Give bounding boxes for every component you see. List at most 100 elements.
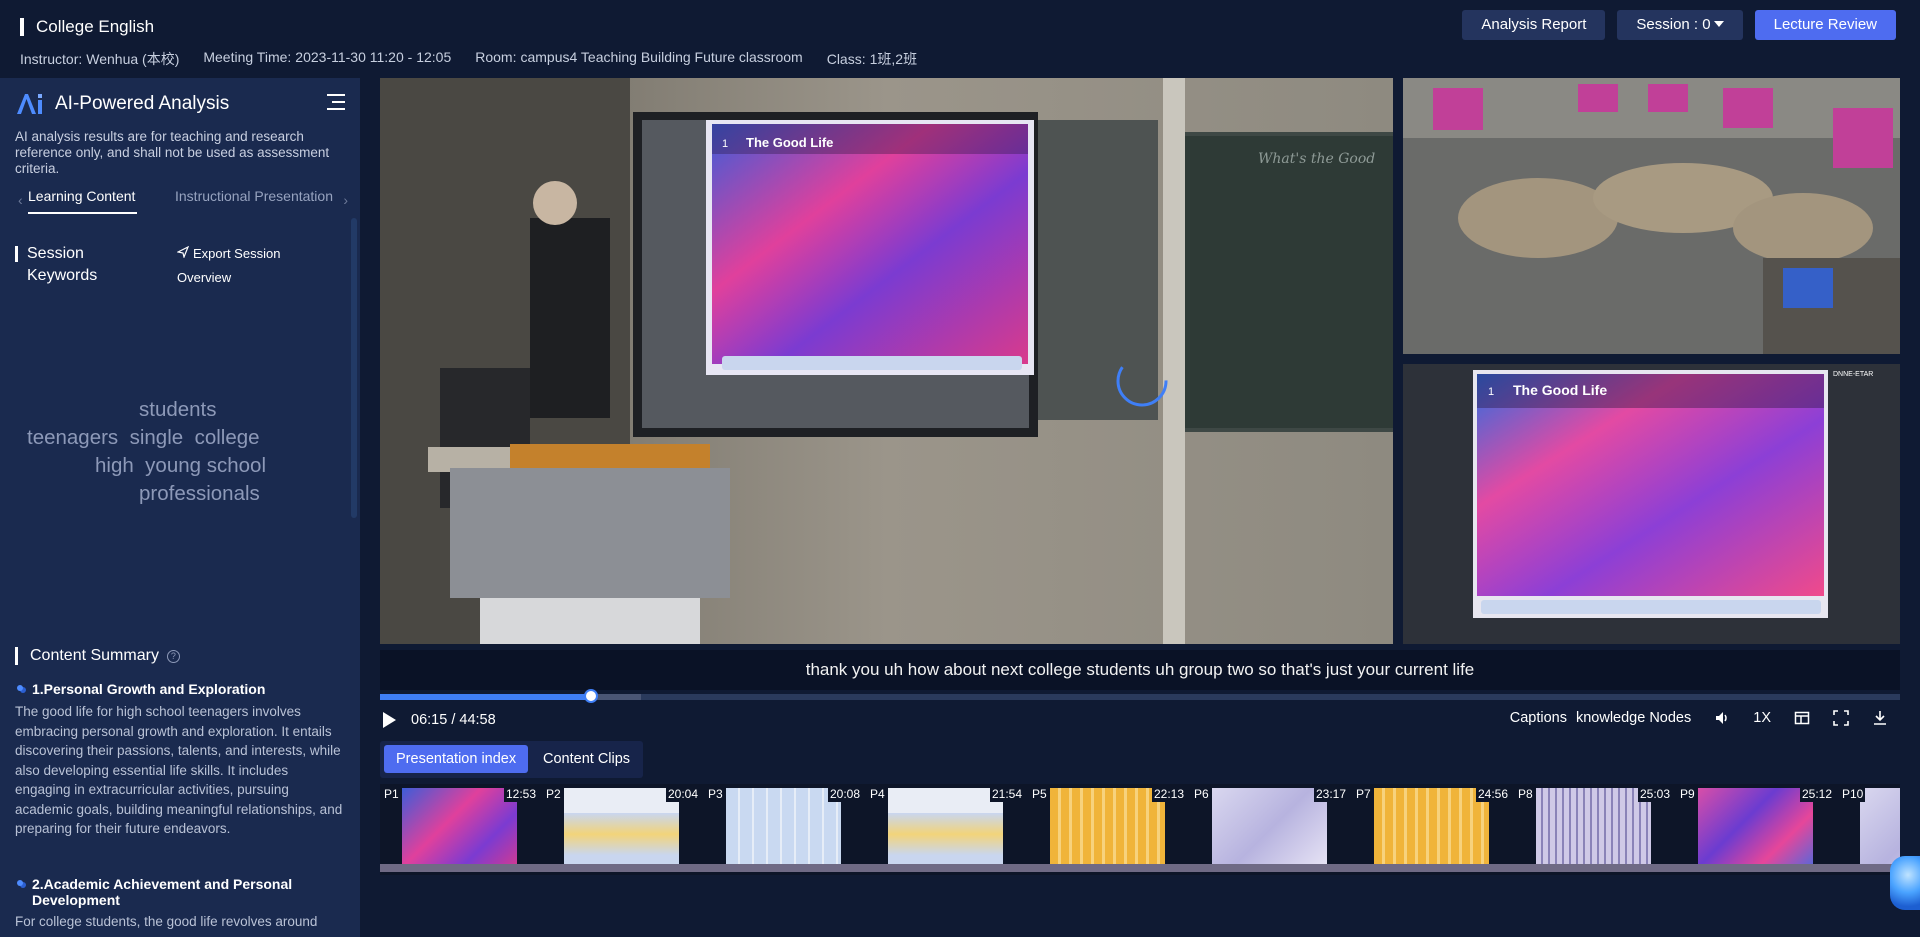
slide-thumbnail[interactable]: P1 12:53 <box>380 784 542 875</box>
captions-toggle[interactable]: Captions <box>1510 710 1567 726</box>
slide-thumbnail[interactable]: P2 20:04 <box>542 784 704 875</box>
slide-thumbnail[interactable]: P10 <box>1838 784 1900 875</box>
summary-item-title: 2.Academic Achievement and Personal Deve… <box>15 876 345 908</box>
analysis-report-button[interactable]: Analysis Report <box>1462 10 1606 40</box>
play-icon[interactable] <box>383 712 396 728</box>
thumbnail-time: 12:53 <box>503 786 538 802</box>
keyword: teenagers <box>27 426 119 449</box>
thumbnail-time: 25:12 <box>1799 786 1834 802</box>
seek-handle[interactable] <box>584 689 599 703</box>
panel-label: DNNE-ETAR <box>1833 371 1873 378</box>
thumbnail-toolbar <box>1028 864 1190 872</box>
ai-analysis-sidebar: AI-Powered Analysis AI analysis results … <box>0 78 360 937</box>
menu-icon[interactable] <box>327 94 345 110</box>
slide-thumbnail-strip: P1 12:53 P2 20:04 P3 20:08 P4 21:54 P5 22:13 P6 23:… <box>380 784 1900 875</box>
slide-screen-feed[interactable]: 1 The Good Life DNNE-ETAR <box>1403 364 1900 644</box>
instructor-value: Wenhua (本校) <box>86 51 180 67</box>
main-video-player[interactable]: 1 The Good Life DNNE-ETAR What's the Goo… <box>380 78 1393 644</box>
index-tabs: Presentation index Content Clips <box>380 741 643 778</box>
ai-logo-icon <box>17 94 42 114</box>
meeting-meta: Instructor: Wenhua (本校) Meeting Time: 2023… <box>20 49 917 69</box>
chevron-left-icon[interactable]: ‹ <box>18 192 23 208</box>
tab-instructional-presentation[interactable]: Instructional Presentation <box>175 188 333 214</box>
session-dropdown[interactable]: Session : 0 <box>1617 10 1743 40</box>
thumbnail-image <box>1698 788 1813 872</box>
thumbnail-image <box>564 788 679 872</box>
room-value: campus4 Teaching Building Future classro… <box>520 49 803 65</box>
thumbnail-page: P5 <box>1030 786 1049 802</box>
playback-speed[interactable]: 1X <box>1753 710 1771 726</box>
thumbnail-toolbar <box>1676 864 1838 872</box>
slide-number: 1 <box>1488 386 1494 398</box>
keyword: professionals <box>139 482 260 505</box>
thumbnail-page: P1 <box>382 786 401 802</box>
session-label: Session : 0 <box>1636 16 1711 33</box>
thumbnail-time: 20:04 <box>665 786 700 802</box>
class-value: 1班,2班 <box>869 51 918 67</box>
thumbnail-page: P3 <box>706 786 725 802</box>
slide-thumbnail[interactable]: P7 24:56 <box>1352 784 1514 875</box>
disclaimer-text: AI analysis results are for teaching and… <box>15 129 330 176</box>
knowledge-nodes-toggle[interactable]: knowledge Nodes <box>1576 710 1691 726</box>
help-icon[interactable]: ? <box>166 650 180 663</box>
time-readout: 06:15 / 44:58 <box>411 712 496 728</box>
summary-item-title: 1.Personal Growth and Exploration <box>15 681 345 697</box>
class-label: Class: <box>826 51 866 67</box>
tab-learning-content[interactable]: Learning Content <box>28 188 138 214</box>
thumbnail-page: P8 <box>1516 786 1535 802</box>
summary-heading-label: Content Summary <box>30 647 159 664</box>
layout-icon[interactable] <box>1794 710 1810 726</box>
keyword: young <box>145 454 202 477</box>
slide-thumbnail[interactable]: P9 25:12 <box>1676 784 1838 875</box>
export-label: Export Session Overview <box>177 246 281 285</box>
thumbnail-time: 25:03 <box>1637 786 1672 802</box>
classroom-camera-feed: 1 The Good Life DNNE-ETAR What's the Goo… <box>380 78 1393 644</box>
thumbnail-image <box>888 788 1003 872</box>
meeting-time-value: 2023-11-30 11:20 - 12:05 <box>295 49 452 65</box>
slide-thumbnail[interactable]: P6 23:17 <box>1190 784 1352 875</box>
thumbnail-image <box>1374 788 1489 872</box>
chalkboard-text: What's the Good <box>1258 151 1375 167</box>
summary-item-body: The good life for high school teenagers … <box>15 704 343 836</box>
sidebar-scrollbar[interactable] <box>351 218 357 518</box>
page-header: College English Instructor: Wenhua (本校) M… <box>0 0 1920 78</box>
lecture-review-button[interactable]: Lecture Review <box>1754 10 1896 40</box>
thumbnail-image <box>1050 788 1165 872</box>
export-overview-button[interactable]: Export Session Overview <box>176 242 307 290</box>
playback-progress-bar[interactable] <box>380 689 1900 703</box>
thumbnail-toolbar <box>704 864 866 872</box>
thumbnail-time: 22:13 <box>1151 786 1186 802</box>
played-range <box>380 694 592 700</box>
slide-thumbnail[interactable]: P5 22:13 <box>1028 784 1190 875</box>
secondary-camera-feed[interactable] <box>1403 78 1900 354</box>
chevron-right-icon[interactable]: › <box>343 192 348 208</box>
slide-title: The Good Life <box>746 135 833 150</box>
keyword: students <box>139 398 217 421</box>
caption-bar: thank you uh how about next college stud… <box>380 650 1900 690</box>
summary-item-body: For college students, the good life revo… <box>15 914 318 929</box>
assistant-float-icon[interactable] <box>1890 856 1920 910</box>
download-icon[interactable] <box>1872 710 1888 726</box>
slide-title: The Good Life <box>1513 382 1607 398</box>
thumbnail-image <box>1536 788 1651 872</box>
thumbnail-toolbar <box>542 864 704 872</box>
keywords-heading: Session Keywords <box>15 243 155 287</box>
sidebar-title: AI-Powered Analysis <box>55 93 230 114</box>
thumbnail-time: 21:54 <box>989 786 1024 802</box>
slide-thumbnail[interactable]: P3 20:08 <box>704 784 866 875</box>
volume-icon[interactable] <box>1714 710 1730 726</box>
tab-content-clips[interactable]: Content Clips <box>531 745 642 773</box>
slide-thumbnail[interactable]: P8 25:03 <box>1514 784 1676 875</box>
course-title: College English <box>20 18 154 36</box>
fullscreen-icon[interactable] <box>1833 710 1849 726</box>
thumbnail-toolbar <box>1190 864 1352 872</box>
tab-presentation-index[interactable]: Presentation index <box>384 745 529 773</box>
slide-thumbnail[interactable]: P4 21:54 <box>866 784 1028 875</box>
current-time: 06:15 <box>411 712 448 728</box>
thumbnail-page: P2 <box>544 786 563 802</box>
keyword: high <box>95 454 134 477</box>
keyword: single <box>129 426 184 449</box>
instructor-label: Instructor: <box>20 51 83 67</box>
player-controls: 06:15 / 44:58 Captions knowledge Nodes 1… <box>380 706 1900 736</box>
thumbnail-toolbar <box>866 864 1028 872</box>
